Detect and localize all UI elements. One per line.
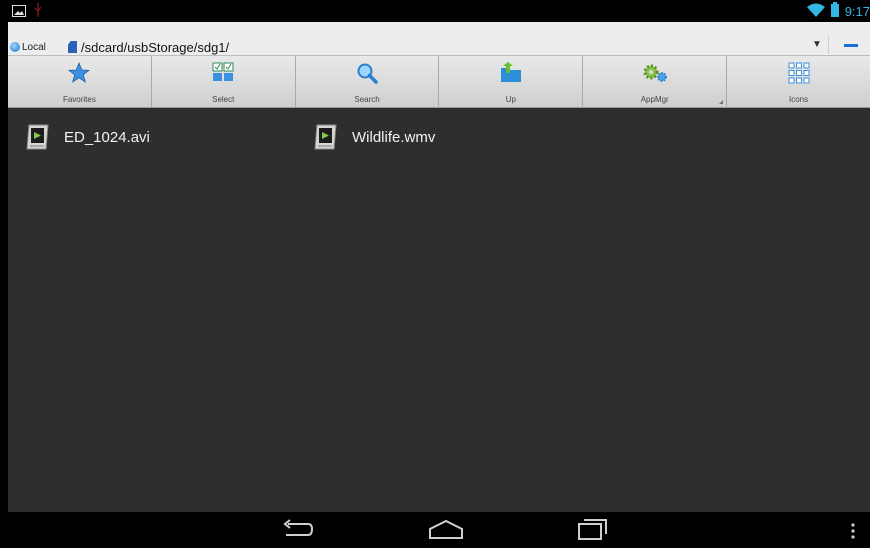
search-button[interactable]: Search bbox=[296, 56, 440, 107]
file-name: Wildlife.wmv bbox=[352, 128, 436, 146]
wifi-icon bbox=[806, 3, 825, 20]
minus-icon[interactable] bbox=[844, 44, 858, 47]
file-item[interactable]: Wildlife.wmv bbox=[314, 120, 435, 154]
select-label: Select bbox=[212, 95, 235, 104]
submenu-corner-icon bbox=[719, 100, 724, 104]
screen: 9:17 Local /sdcard/usbStorage/sdg1/ ▼ Fa… bbox=[8, 0, 870, 548]
gears-icon bbox=[641, 62, 669, 89]
file-name: ED_1024.avi bbox=[64, 128, 150, 146]
status-bar: 9:17 bbox=[8, 0, 870, 22]
dropdown-arrow-icon[interactable]: ▼ bbox=[812, 39, 822, 50]
overflow-menu-icon[interactable] bbox=[850, 522, 856, 545]
favorites-button[interactable]: Favorites bbox=[8, 56, 152, 107]
home-icon[interactable] bbox=[428, 518, 464, 547]
icons-view-button[interactable]: Icons bbox=[727, 56, 870, 107]
search-label: Search bbox=[354, 95, 380, 104]
recents-icon[interactable] bbox=[576, 518, 610, 547]
video-file-icon bbox=[314, 123, 338, 151]
clock: 9:17 bbox=[844, 3, 870, 19]
screenshot-icon bbox=[12, 4, 26, 22]
up-label: Up bbox=[505, 95, 516, 104]
folder-up-icon bbox=[499, 62, 523, 89]
magnifier-icon bbox=[356, 62, 378, 89]
toolbar: Favorites Select Search Up AppMgr Icons bbox=[8, 56, 870, 108]
select-button[interactable]: Select bbox=[152, 56, 296, 107]
icon-grid-icon bbox=[788, 62, 810, 89]
file-list: ED_1024.avi Wildlife.wmv bbox=[8, 108, 870, 512]
file-item[interactable]: ED_1024.avi bbox=[26, 120, 150, 154]
battery-icon bbox=[830, 2, 839, 20]
select-grid-icon bbox=[212, 62, 234, 87]
up-button[interactable]: Up bbox=[439, 56, 584, 107]
local-globe-icon bbox=[10, 42, 20, 52]
location-label: Local bbox=[22, 41, 46, 53]
appmgr-button[interactable]: AppMgr bbox=[583, 56, 728, 107]
divider bbox=[828, 36, 829, 54]
video-file-icon bbox=[26, 123, 50, 151]
star-icon bbox=[68, 61, 91, 89]
icons-label: Icons bbox=[788, 95, 809, 104]
address-bar: Local /sdcard/usbStorage/sdg1/ ▼ bbox=[8, 22, 870, 56]
usb-debug-icon bbox=[34, 3, 42, 22]
back-icon[interactable] bbox=[280, 518, 314, 547]
path-breadcrumb[interactable]: /sdcard/usbStorage/sdg1/ bbox=[68, 38, 229, 56]
favorites-label: Favorites bbox=[62, 95, 96, 104]
path-text: /sdcard/usbStorage/sdg1/ bbox=[81, 39, 230, 55]
nav-bar bbox=[8, 512, 870, 548]
local-location-button[interactable]: Local bbox=[10, 40, 46, 54]
appmgr-label: AppMgr bbox=[640, 95, 669, 104]
sdcard-icon bbox=[68, 41, 77, 53]
